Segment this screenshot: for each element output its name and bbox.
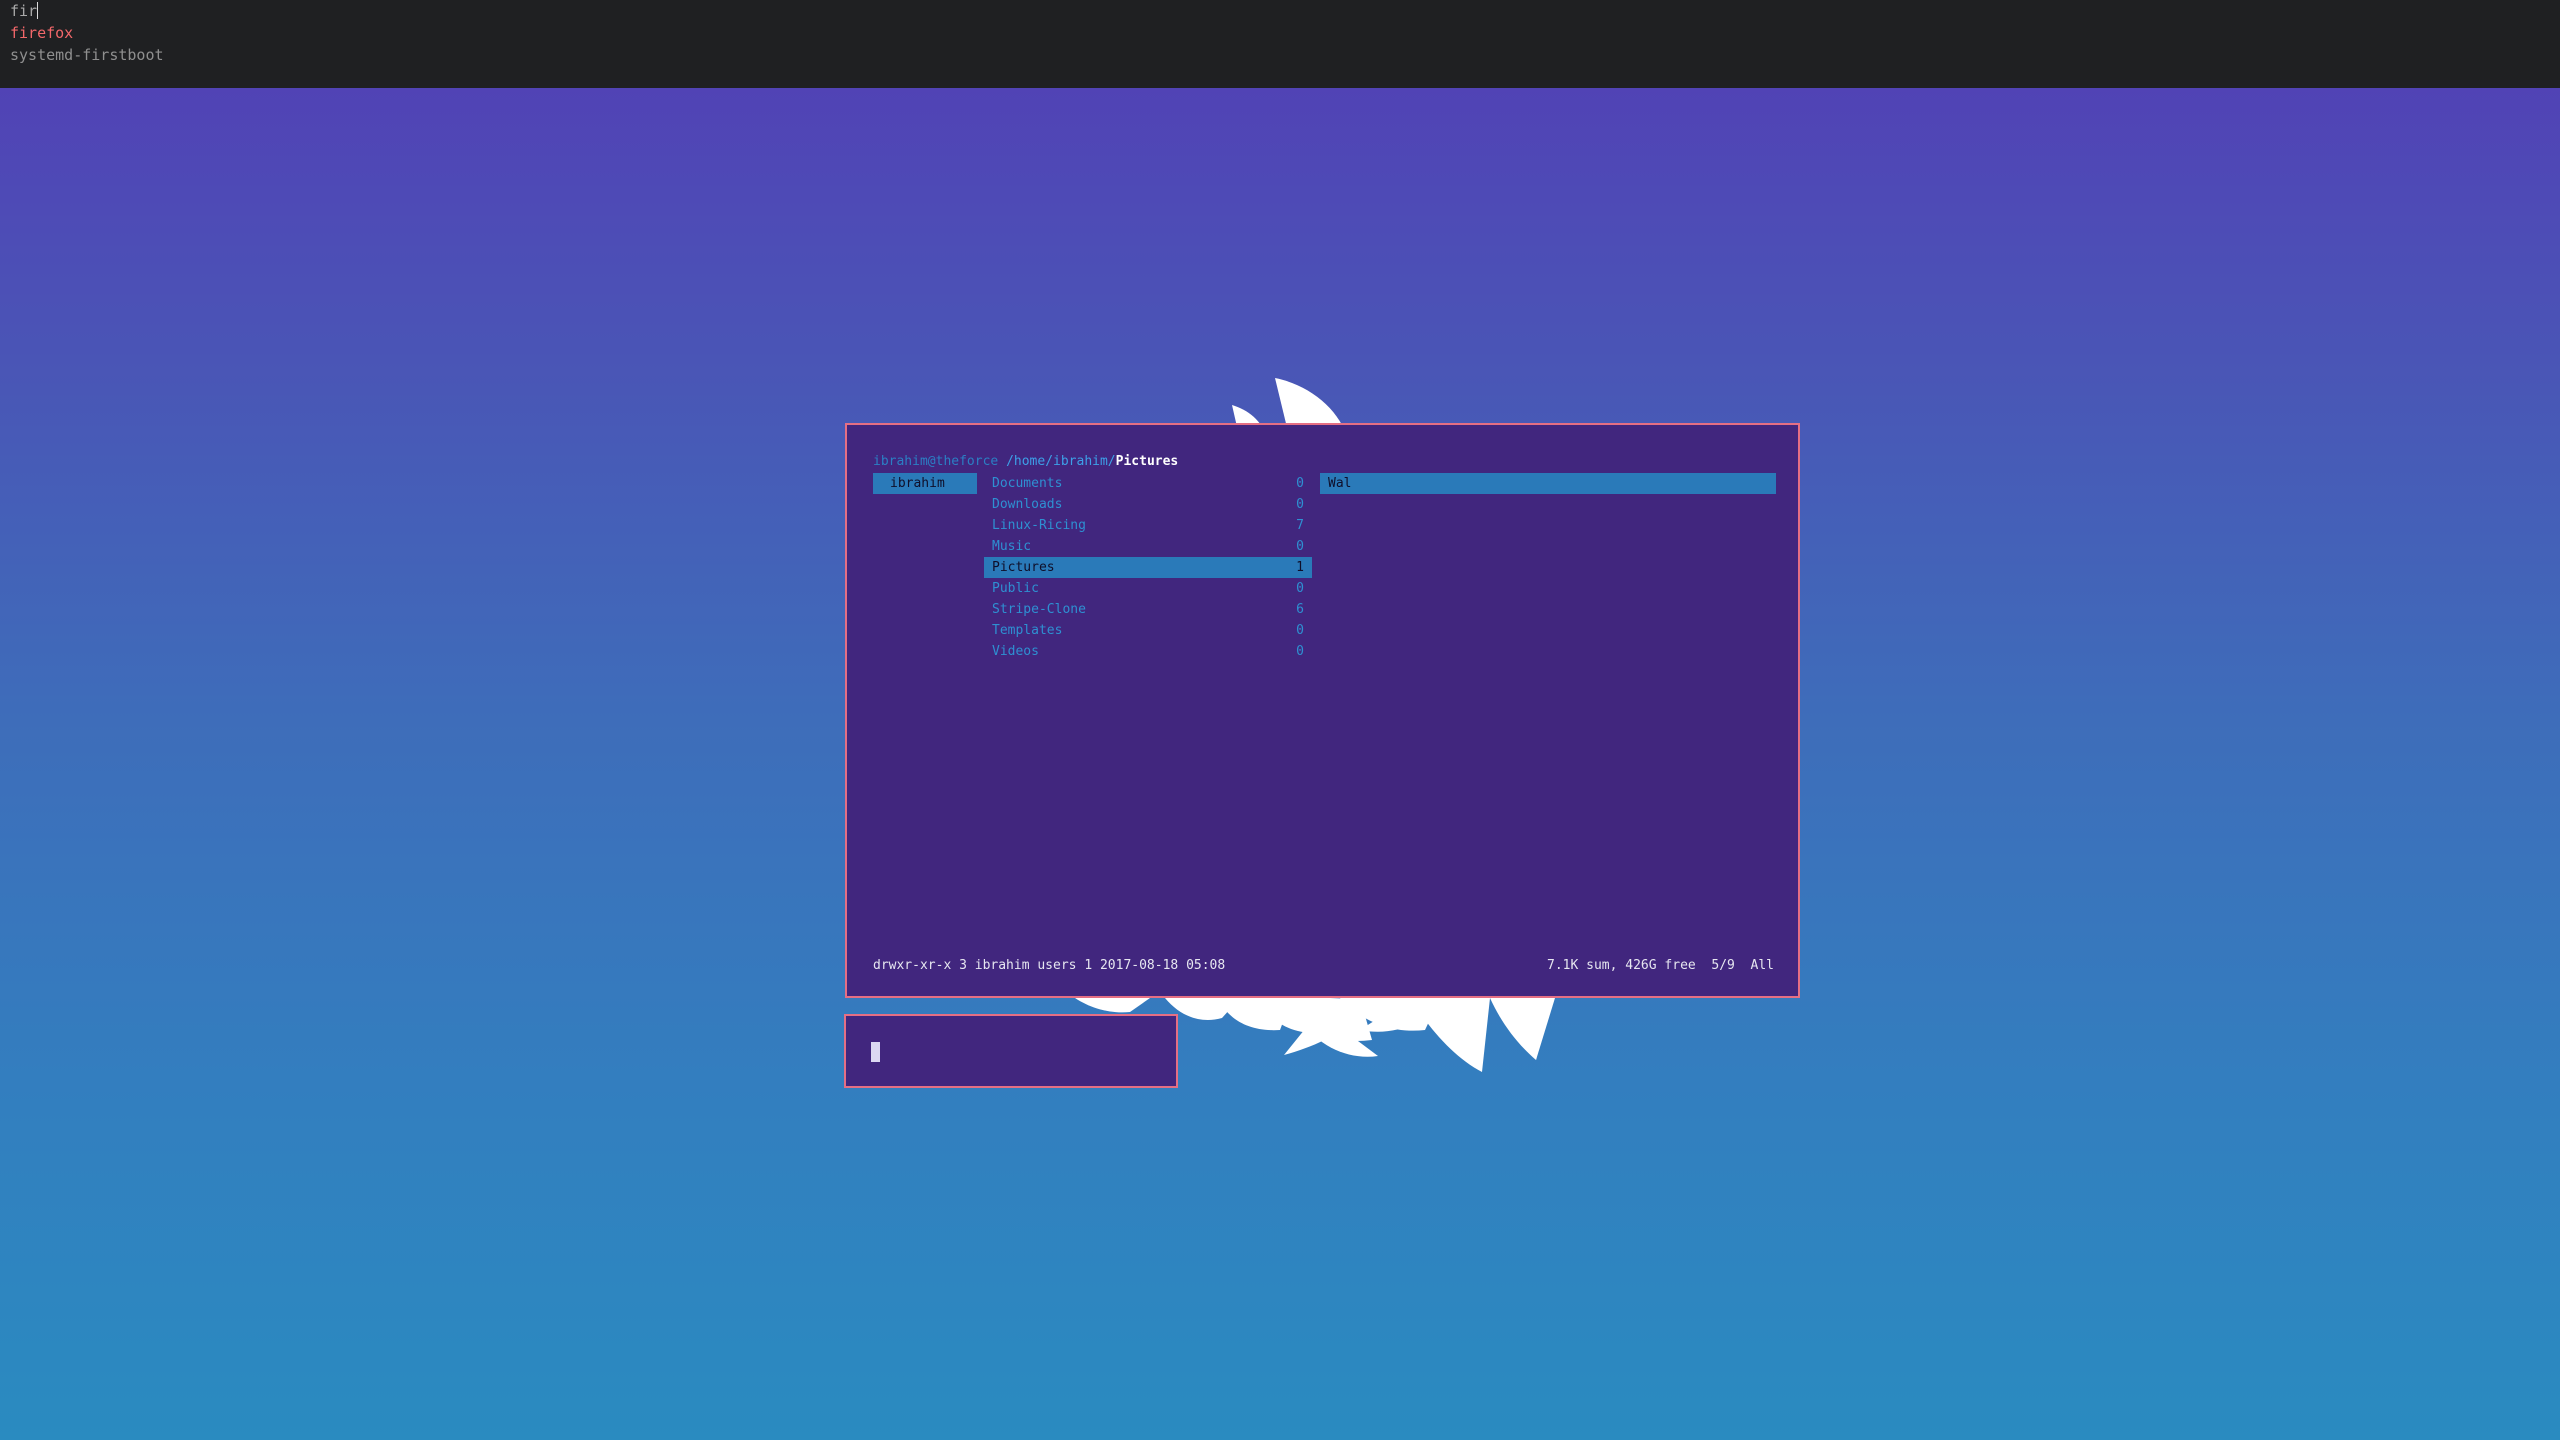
dir-name: Public [992, 581, 1039, 596]
dir-item-videos[interactable]: Videos 0 [984, 641, 1312, 662]
launcher-input[interactable]: fir [10, 1, 39, 21]
dir-name: Templates [992, 623, 1063, 638]
launcher-query-text: fir [10, 2, 38, 20]
dir-name: Downloads [992, 497, 1063, 512]
parent-dir-item[interactable]: ibrahim [873, 473, 977, 494]
disk-usage-status: 7.1K sum, 426G free 5/9 All [1547, 958, 1774, 973]
empty-terminal-window[interactable] [844, 1014, 1178, 1088]
file-info-status: drwxr-xr-x 3 ibrahim users 1 2017-08-18 … [873, 958, 1226, 973]
dir-name: Videos [992, 644, 1039, 659]
dir-item-pictures[interactable]: Pictures 1 [984, 557, 1312, 578]
dir-name: Stripe-Clone [992, 602, 1086, 617]
dir-item-music[interactable]: Music 0 [984, 536, 1312, 557]
terminal-cursor [871, 1042, 880, 1062]
user-host: ibrahim@theforce [873, 454, 999, 469]
dir-count: 0 [1296, 539, 1304, 554]
dir-count: 0 [1296, 497, 1304, 512]
preview-item[interactable]: Wal [1320, 473, 1776, 494]
dir-name: Pictures [992, 560, 1055, 575]
dir-count: 0 [1296, 644, 1304, 659]
dir-count: 0 [1296, 623, 1304, 638]
dir-count: 7 [1296, 518, 1304, 533]
current-path: /home/ibrahim/ [1006, 454, 1116, 469]
dir-count: 6 [1296, 602, 1304, 617]
directory-listing: Documents 0 Downloads 0 Linux-Ricing 7 Musi… [984, 473, 1312, 662]
launcher-option[interactable]: systemd-firstboot [10, 45, 164, 65]
dir-item-templates[interactable]: Templates 0 [984, 620, 1312, 641]
dir-item-downloads[interactable]: Downloads 0 [984, 494, 1312, 515]
dir-item-linux-ricing[interactable]: Linux-Ricing 7 [984, 515, 1312, 536]
dir-name: Linux-Ricing [992, 518, 1086, 533]
launcher-option-selected[interactable]: firefox [10, 23, 73, 43]
dir-item-public[interactable]: Public 0 [984, 578, 1312, 599]
ranger-terminal-window[interactable]: ibrahim@theforce /home/ibrahim/Pictures … [845, 423, 1800, 998]
dir-count: 0 [1296, 476, 1304, 491]
preview-column: Wal [1320, 473, 1776, 494]
parent-column: ibrahim [873, 473, 977, 494]
dir-item-documents[interactable]: Documents 0 [984, 473, 1312, 494]
current-directory: Pictures [1115, 454, 1179, 469]
dir-count: 0 [1296, 581, 1304, 596]
app-launcher: fir firefox systemd-firstboot [0, 0, 2560, 88]
dir-item-stripe-clone[interactable]: Stripe-Clone 6 [984, 599, 1312, 620]
path-header: ibrahim@theforce /home/ibrahim/Pictures [873, 452, 1178, 472]
dir-count: 1 [1296, 560, 1304, 575]
dir-name: Music [992, 539, 1032, 554]
dir-name: Documents [992, 476, 1063, 491]
text-caret [37, 2, 39, 19]
